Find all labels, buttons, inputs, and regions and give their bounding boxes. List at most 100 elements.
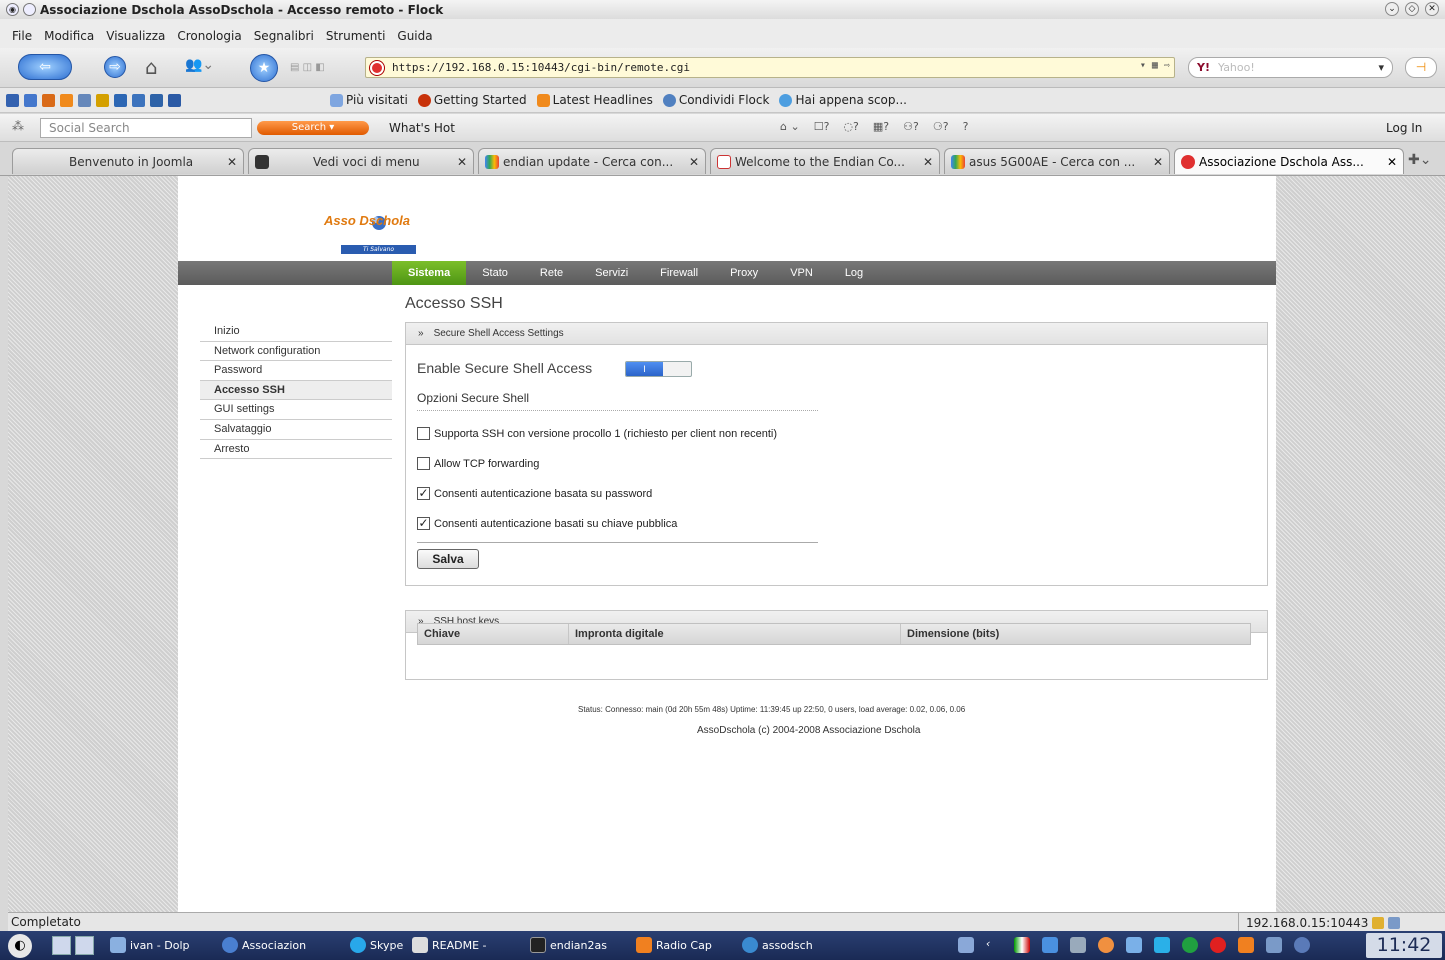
bookmark-getting-started[interactable]: Getting Started [417, 93, 527, 107]
counter-friends[interactable]: ⚇? [903, 120, 919, 133]
sidebar-item-salvataggio[interactable]: Salvataggio [200, 420, 392, 440]
alert-icon[interactable] [1210, 937, 1226, 953]
minimize-icon[interactable]: ⌄ [1385, 2, 1399, 16]
people-sidebar-icon[interactable] [24, 93, 37, 107]
menu-strumenti[interactable]: Strumenti [326, 29, 386, 43]
nav-servizi[interactable]: Servizi [579, 261, 644, 285]
option-tcp-forwarding[interactable]: Allow TCP forwarding [417, 457, 539, 470]
upload-icon[interactable] [132, 93, 145, 107]
menu-cronologia[interactable]: Cronologia [177, 29, 241, 43]
task-readme[interactable]: README - [412, 937, 524, 953]
rss-sidebar-icon[interactable] [60, 93, 73, 107]
vlc-tray-icon[interactable] [1238, 937, 1254, 953]
lock-icon[interactable] [1372, 917, 1385, 929]
home-small-icon[interactable]: ⌂ ⌄ [780, 120, 800, 133]
close-tab-icon[interactable]: ✕ [1153, 155, 1163, 169]
sidebar-item-arresto[interactable]: Arresto [200, 440, 392, 460]
up-icon[interactable] [168, 93, 181, 107]
update-icon[interactable] [1182, 937, 1198, 953]
battery-icon[interactable] [1266, 937, 1282, 953]
close-tab-icon[interactable]: ✕ [457, 155, 467, 169]
clock[interactable]: 11:42 [1366, 933, 1442, 958]
favorites-icon[interactable] [96, 93, 109, 107]
task-skype[interactable]: Skype [350, 937, 410, 953]
tab-associazione[interactable]: Associazione Dschola Ass... ✕ [1174, 148, 1404, 174]
counter-other[interactable]: ? [963, 120, 969, 133]
whats-hot-link[interactable]: What's Hot [389, 121, 455, 135]
close-tab-icon[interactable]: ✕ [227, 155, 237, 169]
forward-button[interactable]: ⇨ [104, 56, 126, 78]
task-dolphin[interactable]: ivan - Dolp [110, 937, 220, 953]
close-tab-icon[interactable]: ✕ [923, 155, 933, 169]
nav-log[interactable]: Log [829, 261, 879, 285]
security-icon[interactable] [1388, 917, 1401, 929]
tab-endian-update[interactable]: endian update - Cerca con... ✕ [478, 148, 706, 174]
app-menu-icon[interactable]: ◉ [6, 3, 19, 16]
search-box[interactable]: Y! Yahoo! ▾ [1188, 57, 1393, 78]
nav-rete[interactable]: Rete [524, 261, 579, 285]
nav-proxy[interactable]: Proxy [714, 261, 774, 285]
menu-guida[interactable]: Guida [397, 29, 432, 43]
menu-file[interactable]: File [12, 29, 32, 43]
back-button[interactable]: ⇦ [18, 54, 72, 80]
blog-icon[interactable] [150, 93, 163, 107]
tab-vedi-voci[interactable]: Vedi voci di menu ✕ [248, 148, 474, 174]
counter-groups[interactable]: ⚆? [933, 120, 949, 133]
new-tab-icon[interactable]: ✚⌄ [1408, 152, 1431, 168]
counter-calendar[interactable]: ▦? [873, 120, 889, 133]
counter-feeds[interactable]: ◌? [843, 120, 858, 133]
url-bar[interactable]: https://192.168.0.15:10443/cgi-bin/remot… [365, 57, 1175, 78]
people-icon[interactable]: 👥⌄ [185, 57, 214, 73]
clip-icon[interactable] [114, 93, 127, 107]
sidebar-item-gui-settings[interactable]: GUI settings [200, 400, 392, 420]
close-icon[interactable]: ✕ [1425, 2, 1439, 16]
nav-stato[interactable]: Stato [466, 261, 524, 285]
task-vlc[interactable]: Radio Cap [636, 937, 736, 953]
save-button[interactable]: Salva [417, 549, 479, 569]
bookmark-hai-appena[interactable]: Hai appena scop... [779, 93, 907, 107]
panel-header[interactable]: » Secure Shell Access Settings [406, 323, 1267, 345]
menu-segnalibri[interactable]: Segnalibri [254, 29, 314, 43]
task-chat[interactable]: assodsch [742, 937, 862, 953]
menu-visualizza[interactable]: Visualizza [106, 29, 165, 43]
go-icons[interactable]: ▾ ▦ ⇨ [1140, 60, 1170, 71]
close-tab-icon[interactable]: ✕ [689, 155, 699, 169]
task-terminal[interactable]: endian2as [530, 937, 635, 953]
login-link[interactable]: Log In [1386, 121, 1422, 135]
close-tab-icon[interactable]: ✕ [1387, 155, 1397, 169]
enable-ssh-toggle[interactable]: I [625, 361, 692, 377]
phone-icon[interactable] [1098, 937, 1114, 953]
option-pubkey-auth[interactable]: ✓ Consenti autenticazione basati su chiav… [417, 517, 677, 530]
sticky-icon[interactable] [23, 3, 36, 16]
chevron-down-icon[interactable]: ▾ [1378, 61, 1384, 74]
sidebar-item-password[interactable]: Password [200, 361, 392, 381]
desktop-2-icon[interactable] [75, 936, 94, 955]
social-search-input[interactable]: Social Search [40, 118, 252, 138]
nav-sistema[interactable]: Sistema [392, 261, 467, 285]
option-password-auth[interactable]: ✓ Consenti autenticazione basata su passw… [417, 487, 652, 500]
maximize-icon[interactable]: ◇ [1405, 2, 1419, 16]
kde-menu-icon[interactable]: ◐ [8, 934, 32, 958]
share-icons[interactable]: ▤ ◫ ◧ [290, 62, 325, 73]
desktop-1-icon[interactable] [52, 936, 71, 955]
checkbox-ssh-v1[interactable] [417, 427, 430, 440]
mail-icon[interactable] [78, 93, 91, 107]
sidebar-item-accesso-ssh[interactable]: Accesso SSH [200, 380, 392, 401]
klipper-icon[interactable] [1154, 937, 1170, 953]
star-icon[interactable]: ★ [250, 54, 278, 82]
media-icon[interactable] [42, 93, 55, 107]
flock-search-icon[interactable]: ⊣ [1405, 57, 1437, 78]
volume-icon[interactable] [1070, 937, 1086, 953]
chevron-left-icon[interactable]: ‹ [986, 937, 1002, 953]
info-icon[interactable] [1294, 937, 1310, 953]
social-search-button[interactable]: Search ▾ [257, 121, 369, 135]
checkbox-password-auth[interactable]: ✓ [417, 487, 430, 500]
download-icon[interactable] [1042, 937, 1058, 953]
network-icon[interactable] [958, 937, 974, 953]
menu-modifica[interactable]: Modifica [44, 29, 94, 43]
checkbox-pubkey-auth[interactable]: ✓ [417, 517, 430, 530]
tab-asus[interactable]: asus 5G00AE - Cerca con ... ✕ [944, 148, 1170, 174]
keyboard-layout-icon[interactable] [1014, 937, 1030, 953]
counter-messages[interactable]: ☐? [814, 120, 830, 133]
checkbox-tcp-forwarding[interactable] [417, 457, 430, 470]
